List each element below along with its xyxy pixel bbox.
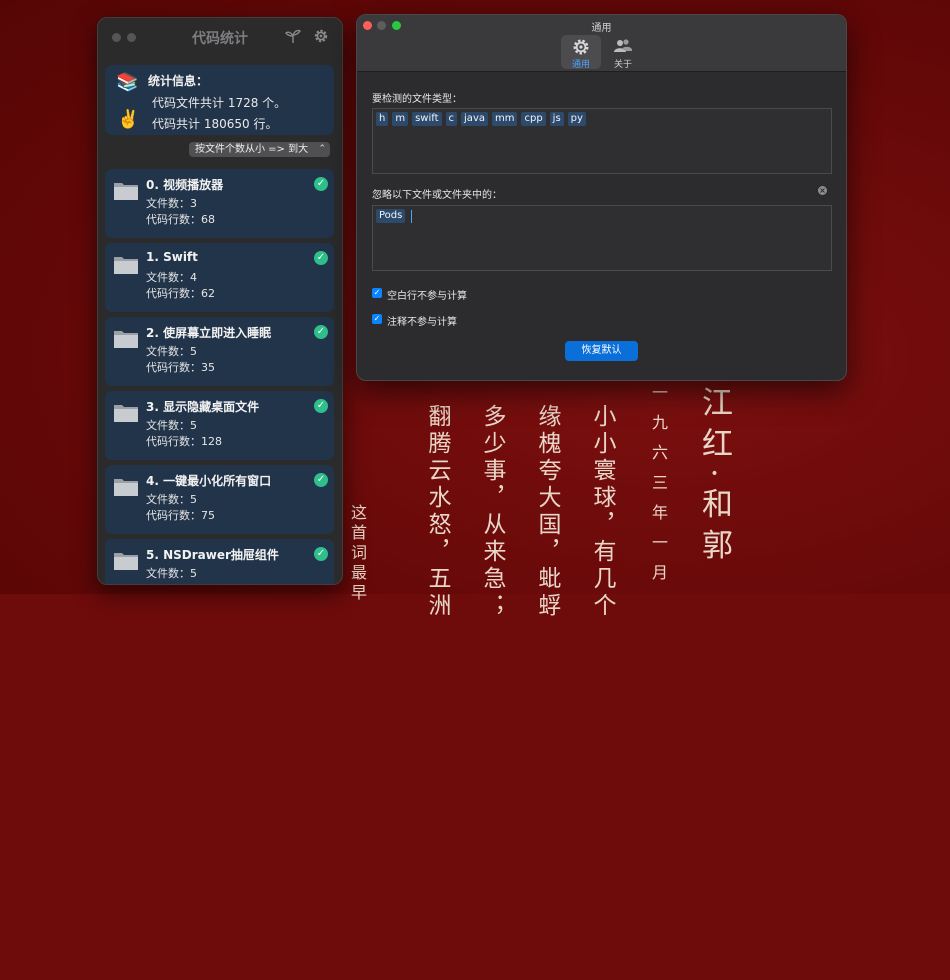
project-line-count: 代码行数：75 bbox=[146, 509, 215, 522]
poem-column-1: 江红·和郭 bbox=[696, 386, 732, 570]
folder-icon bbox=[114, 257, 138, 274]
ignore-token[interactable]: Pods bbox=[376, 209, 406, 223]
file-type-token[interactable]: java bbox=[461, 112, 488, 126]
project-card[interactable]: 0. 视频播放器 文件数：3 代码行数：68 ✓ bbox=[105, 169, 334, 238]
project-file-count: 文件数：5 bbox=[146, 419, 197, 432]
project-card[interactable]: 2. 使屏幕立即进入睡眠 文件数：5 代码行数：35 ✓ bbox=[105, 317, 334, 386]
file-types-tokens: h m swift c java mm cpp js py bbox=[376, 112, 586, 126]
file-type-token[interactable]: js bbox=[549, 112, 564, 126]
folder-icon bbox=[114, 479, 138, 496]
checkmark-icon: ✓ bbox=[314, 399, 328, 413]
tab-general[interactable]: 通用 bbox=[561, 35, 601, 70]
stats-files-total: 代码文件共计 1728 个。 bbox=[152, 96, 287, 110]
restore-defaults-button[interactable]: 恢复默认 bbox=[565, 341, 638, 361]
project-card[interactable]: 1. Swift 文件数：4 代码行数：62 ✓ bbox=[105, 243, 334, 312]
sprout-icon[interactable] bbox=[284, 27, 302, 50]
ignore-label: 忽略以下文件或文件夹中的： bbox=[372, 190, 502, 201]
file-type-token[interactable]: cpp bbox=[521, 112, 546, 126]
ignore-tokens: Pods bbox=[376, 209, 413, 223]
project-file-count: 文件数：5 bbox=[146, 345, 197, 358]
poem-column-3: 小小寰球，有几个 bbox=[589, 404, 615, 620]
project-card[interactable]: 5. NSDrawer抽屉组件 文件数：5 ✓ bbox=[105, 539, 334, 584]
comments-label: 注释不参与计算 bbox=[387, 317, 457, 328]
counter-titlebar: 代码统计 bbox=[98, 18, 342, 56]
file-type-token[interactable]: swift bbox=[412, 112, 442, 126]
settings-toolbar: 通用 通用 关于 bbox=[357, 15, 846, 72]
project-name: 4. 一键最小化所有窗口 bbox=[146, 474, 272, 488]
blank-lines-label: 空白行不参与计算 bbox=[387, 291, 467, 302]
file-type-token[interactable]: h bbox=[376, 112, 389, 126]
stats-card: 📚 统计信息： 代码文件共计 1728 个。 ✌️ 代码共计 180650 行。 bbox=[105, 65, 334, 135]
code-counter-window: 代码统计 📚 统计信息： 代码文件共计 1728 个。 ✌️ 代码共计 1806… bbox=[97, 17, 343, 585]
project-card[interactable]: 4. 一键最小化所有窗口 文件数：5 代码行数：75 ✓ bbox=[105, 465, 334, 534]
folder-icon bbox=[114, 331, 138, 348]
tab-about-label: 关于 bbox=[613, 60, 632, 70]
stats-lines-total: 代码共计 180650 行。 bbox=[152, 117, 278, 131]
file-types-label: 要检测的文件类型： bbox=[372, 94, 462, 105]
project-name: 2. 使屏幕立即进入睡眠 bbox=[146, 326, 272, 340]
file-type-token[interactable]: m bbox=[392, 112, 409, 126]
folder-icon bbox=[114, 405, 138, 422]
project-file-count: 文件数：4 bbox=[146, 271, 197, 284]
poem-column-2: 一九六三年一月 bbox=[649, 384, 668, 594]
clear-icon[interactable]: × bbox=[818, 186, 827, 195]
project-line-count: 代码行数：128 bbox=[146, 435, 222, 448]
file-type-token[interactable]: c bbox=[445, 112, 458, 126]
project-name: 5. NSDrawer抽屉组件 bbox=[146, 548, 279, 562]
file-type-token[interactable]: py bbox=[567, 112, 586, 126]
tab-about[interactable]: 关于 bbox=[603, 35, 643, 70]
victory-icon: ✌️ bbox=[117, 109, 140, 130]
chevron-updown-icon: ⌃ bbox=[318, 144, 326, 154]
comments-checkbox[interactable]: ✓ bbox=[372, 314, 382, 324]
stats-heading: 统计信息： bbox=[148, 74, 209, 88]
folder-icon bbox=[114, 553, 138, 570]
tab-general-label: 通用 bbox=[571, 60, 590, 70]
blank-lines-checkbox[interactable]: ✓ bbox=[372, 288, 382, 298]
project-card[interactable]: 3. 显示隐藏桌面文件 文件数：5 代码行数：128 ✓ bbox=[105, 391, 334, 460]
project-name: 0. 视频播放器 bbox=[146, 178, 224, 192]
project-name: 3. 显示隐藏桌面文件 bbox=[146, 400, 260, 414]
poem-column-7: 这首词最早 bbox=[348, 504, 367, 604]
ignore-field[interactable]: Pods bbox=[372, 205, 832, 271]
text-caret bbox=[411, 210, 413, 223]
gear-icon[interactable] bbox=[312, 27, 330, 50]
project-file-count: 文件数：3 bbox=[146, 197, 197, 210]
sort-select-value: 按文件个数从小 => 到大 bbox=[195, 144, 309, 155]
checkmark-icon: ✓ bbox=[314, 251, 328, 265]
project-line-count: 代码行数：62 bbox=[146, 287, 215, 300]
checkmark-icon: ✓ bbox=[314, 325, 328, 339]
file-type-token[interactable]: mm bbox=[491, 112, 518, 126]
project-file-count: 文件数：5 bbox=[146, 493, 197, 506]
checkmark-icon: ✓ bbox=[314, 547, 328, 561]
counter-title: 代码统计 bbox=[192, 31, 248, 47]
poem-column-4: 缘槐夸大国，蚍蜉 bbox=[534, 404, 560, 620]
sort-select[interactable]: 按文件个数从小 => 到大 ⌃ bbox=[189, 142, 330, 157]
folder-icon bbox=[114, 183, 138, 200]
project-line-count: 代码行数：35 bbox=[146, 361, 215, 374]
settings-window: 通用 通用 关于 要检测的文件类型： h m swift c java mm c… bbox=[356, 14, 847, 381]
poem-column-5: 多少事，从来急； bbox=[479, 404, 505, 620]
checkmark-icon: ✓ bbox=[314, 177, 328, 191]
settings-title: 通用 bbox=[591, 23, 612, 34]
project-list: 0. 视频播放器 文件数：3 代码行数：68 ✓ 1. Swift 文件数：4 … bbox=[105, 169, 334, 584]
project-line-count: 代码行数：68 bbox=[146, 213, 215, 226]
project-name: 1. Swift bbox=[146, 250, 198, 264]
books-icon: 📚 bbox=[116, 72, 139, 93]
file-types-field[interactable]: h m swift c java mm cpp js py bbox=[372, 108, 832, 174]
poem-column-6: 翻腾云水怒，五洲 bbox=[424, 404, 450, 620]
project-file-count: 文件数：5 bbox=[146, 567, 197, 580]
checkmark-icon: ✓ bbox=[314, 473, 328, 487]
